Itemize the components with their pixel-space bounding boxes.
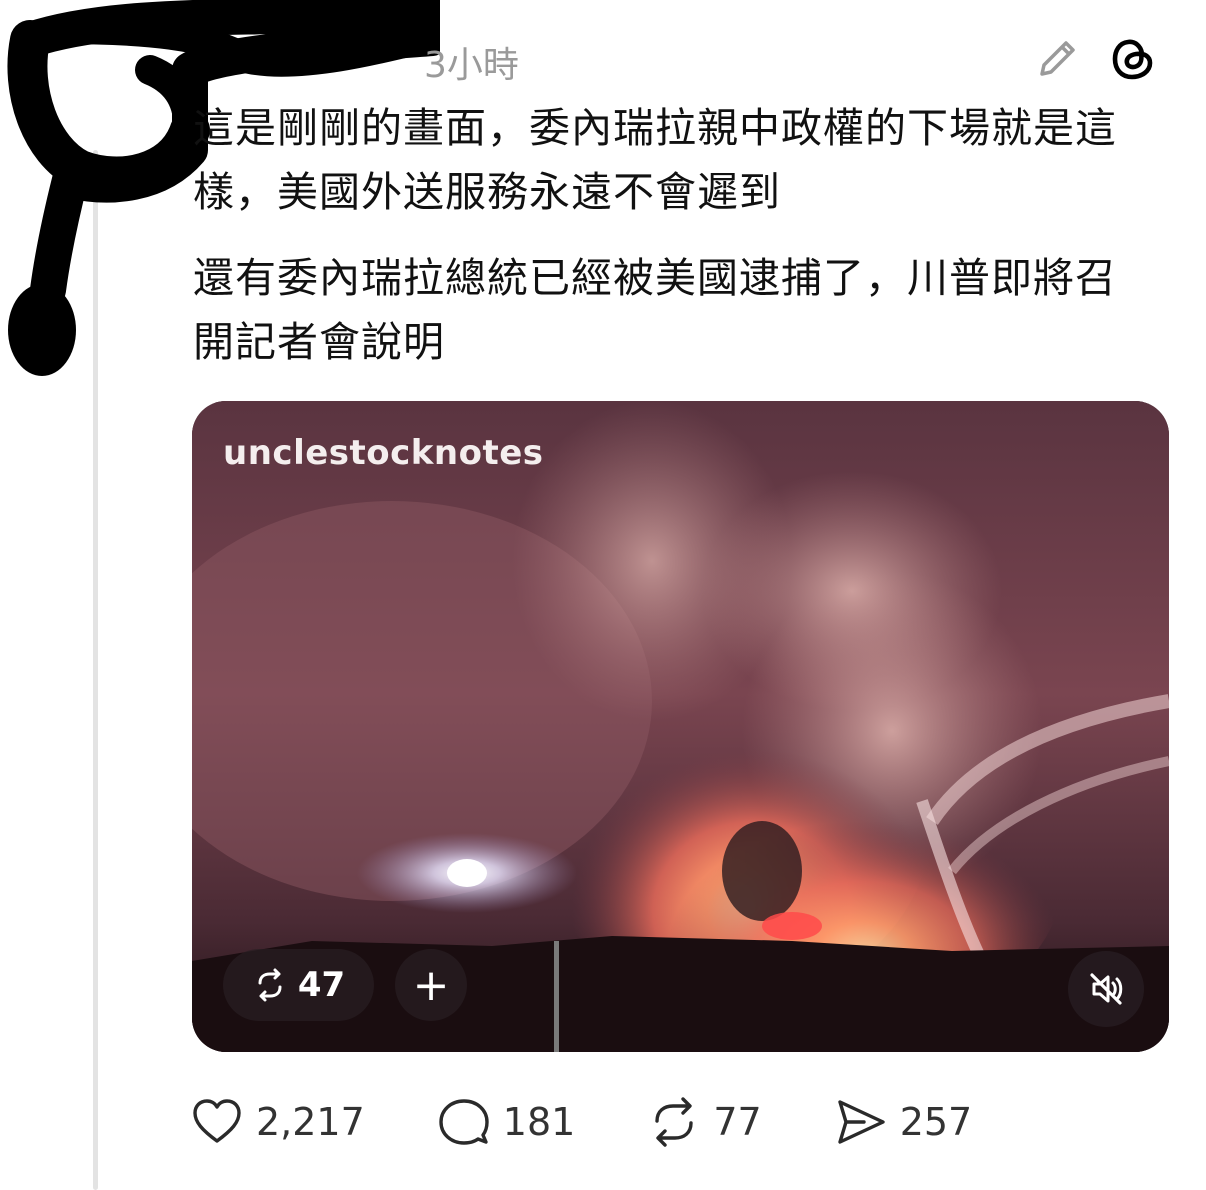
- share-count: 257: [899, 1100, 973, 1144]
- mute-icon: [1090, 973, 1123, 1005]
- repost-button[interactable]: 77: [647, 1095, 762, 1149]
- repost-icon: [258, 968, 282, 1002]
- repost-count: 77: [713, 1100, 762, 1144]
- video-repost-button[interactable]: 47: [223, 949, 374, 1021]
- repost-icon: [655, 1097, 694, 1147]
- post-body: 這是剛剛的畫面，委內瑞拉親中政權的下場就是這樣，美國外送服務永遠不會遲到 還有委…: [193, 96, 1153, 396]
- video-watermark: unclestocknotes: [223, 433, 544, 473]
- comment-button[interactable]: 181: [437, 1095, 576, 1149]
- plus-icon: +: [412, 959, 450, 1011]
- post-paragraph: 這是剛剛的畫面，委內瑞拉親中政權的下場就是這樣，美國外送服務永遠不會遲到: [193, 104, 1117, 216]
- comment-icon: [439, 1099, 489, 1145]
- like-count: 2,217: [256, 1100, 365, 1144]
- threads-post: 3小時 這是剛剛的畫面，委內瑞拉親中政權的下場就是這樣，美國外送服務永遠不會遲到…: [0, 0, 1206, 1190]
- share-button[interactable]: 257: [834, 1095, 973, 1149]
- video-repost-count: 47: [297, 965, 346, 1005]
- post-video[interactable]: unclestocknotes 47 +: [192, 401, 1169, 1052]
- heart-icon: [193, 1099, 241, 1143]
- like-button[interactable]: 2,217: [190, 1095, 365, 1149]
- post-paragraph: 還有委內瑞拉總統已經被美國逮捕了，川普即將召開記者會說明: [193, 254, 1117, 366]
- action-bar: 2,217 181 77 257: [190, 1090, 1044, 1154]
- post-timestamp: 3小時: [424, 45, 519, 86]
- share-icon: [837, 1100, 885, 1144]
- mute-button[interactable]: [1068, 951, 1144, 1027]
- add-button[interactable]: +: [395, 949, 467, 1021]
- comment-count: 181: [502, 1100, 576, 1144]
- edit-icon[interactable]: [1034, 34, 1082, 82]
- threads-logo-icon[interactable]: [1108, 34, 1158, 84]
